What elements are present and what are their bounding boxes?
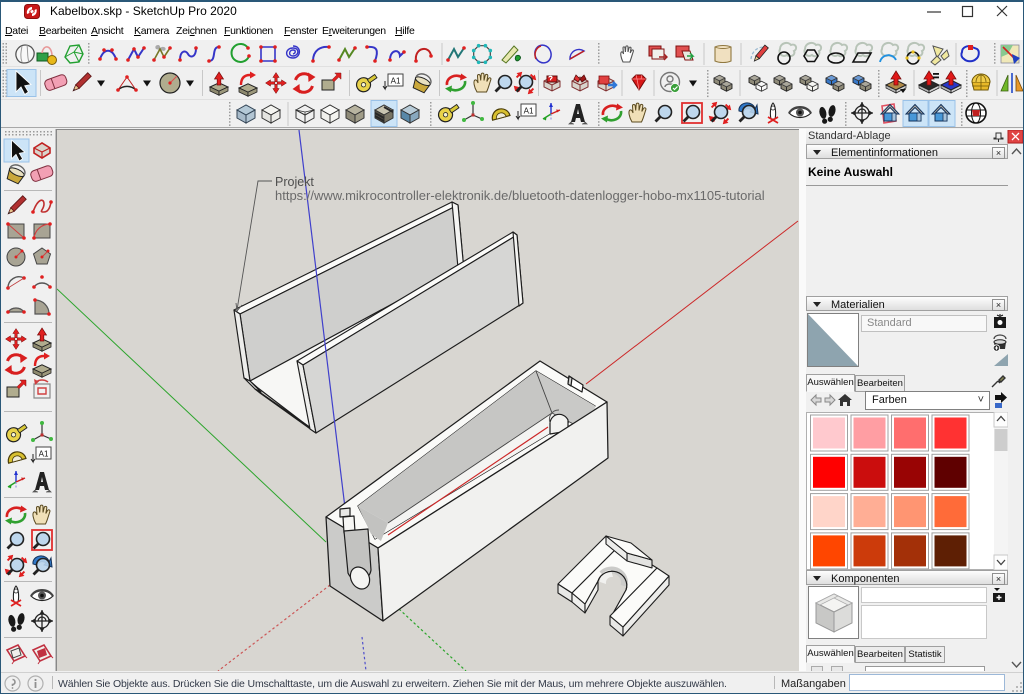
svg-text:https://www.mikrocontroller-el: https://www.mikrocontroller-elektronik.d… [275,188,765,203]
svg-text:A1: A1 [391,77,401,86]
svg-text:Projekt: Projekt [275,175,314,189]
svg-text:A1: A1 [39,450,49,459]
svg-text:A1: A1 [524,107,534,116]
